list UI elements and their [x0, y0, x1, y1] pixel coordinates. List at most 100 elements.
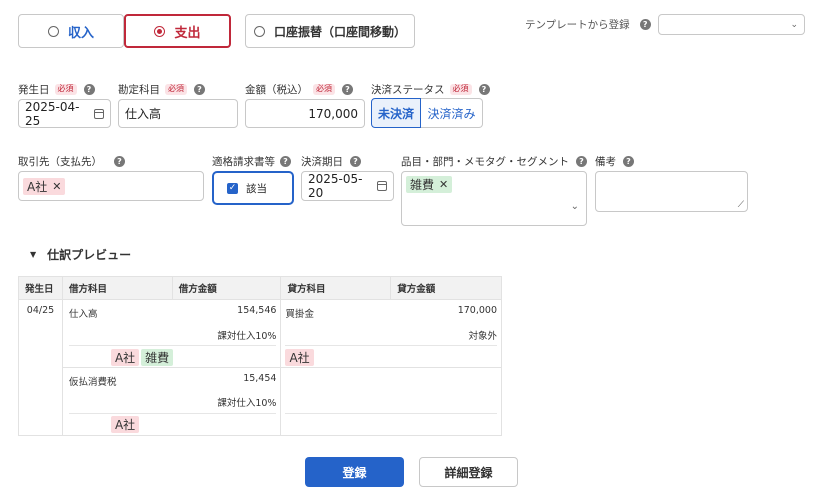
debit-cell: 仕入高 154,546 課対仕入10% A社 雑費 [61, 299, 282, 368]
required-badge: 必須 [54, 84, 77, 95]
credit-amount: 170,000 [457, 305, 497, 316]
date-label-group: 発生日 必須 ? [18, 82, 95, 97]
credit-tag-partner: A社 [285, 349, 314, 366]
help-icon[interactable]: ? [350, 156, 361, 167]
debit-tags: A社 [110, 416, 140, 433]
debit-account: 仕入高 [68, 309, 98, 320]
item-tag-label: 雑費 [410, 178, 435, 192]
caret-down-icon: ▼ [30, 250, 37, 259]
status-label: 決済ステータス [371, 84, 445, 96]
due-label: 決済期日 [301, 156, 343, 168]
help-icon[interactable]: ? [194, 84, 205, 95]
partner-label-group: 取引先（支払先） ? [18, 154, 125, 169]
calendar-icon[interactable] [94, 108, 104, 119]
account-label-group: 勘定科目 必須 ? [118, 82, 205, 97]
col-header-debit-amount: 借方金額 [171, 276, 282, 300]
date-value: 2025-04-25 [25, 99, 80, 128]
tab-expense-label: 支出 [174, 25, 201, 41]
status-unpaid-button[interactable]: 未決済 [371, 98, 421, 128]
item-label-group: 品目・部門・メモタグ・セグメント ? [401, 154, 587, 169]
required-badge: 必須 [165, 84, 187, 95]
partner-tag: A社 ✕ [23, 177, 66, 195]
debit-cell: 仮払消費税 15,454 課対仕入10% A社 [61, 367, 282, 436]
tab-income-label: 収入 [67, 25, 94, 41]
memo-label: 備考 [595, 156, 616, 168]
credit-cell [280, 367, 502, 436]
col-header-debit-account: 借方科目 [61, 276, 173, 300]
amount-input[interactable]: 170,000 [245, 99, 365, 128]
debit-amount: 15,454 [243, 373, 277, 384]
preview-title: 仕訳プレビュー [47, 248, 132, 262]
chevron-down-icon[interactable]: ⌄ [571, 201, 579, 212]
debit-tax: 課対仕入10% [217, 398, 277, 409]
col-header-date: 発生日 [18, 276, 63, 300]
invoice-checkbox-label: 該当 [246, 182, 267, 195]
due-date-input[interactable]: 2025-05-20 [301, 171, 394, 201]
invoice-checkbox-box[interactable]: ✓ 該当 [212, 171, 294, 205]
account-value: 仕入高 [125, 107, 162, 121]
help-icon[interactable]: ? [623, 156, 634, 167]
status-toggle: 未決済 決済済み [371, 98, 483, 128]
account-input[interactable]: 仕入高 [118, 99, 238, 128]
tab-expense[interactable]: 支出 [124, 14, 231, 48]
due-date-value: 2025-05-20 [308, 172, 363, 200]
template-label-group: テンプレートから登録 ? [525, 17, 651, 32]
help-icon[interactable]: ? [114, 156, 125, 167]
debit-tag-item: 雑費 [141, 349, 174, 366]
resize-handle-icon[interactable]: ⟋ [738, 200, 744, 210]
radio-income [47, 25, 59, 37]
tab-income[interactable]: 収入 [18, 14, 124, 48]
due-label-group: 決済期日 ? [301, 154, 361, 169]
required-badge: 必須 [449, 84, 472, 95]
memo-label-group: 備考 ? [595, 154, 634, 169]
debit-tags: A社 雑費 [110, 349, 174, 366]
close-icon[interactable]: ✕ [52, 180, 61, 193]
status-label-group: 決済ステータス 必須 ? [371, 82, 490, 97]
date-input[interactable]: 2025-04-25 [18, 99, 111, 128]
tab-transfer[interactable]: 口座振替（口座間移動） [245, 14, 415, 48]
debit-tax: 課対仕入10% [217, 331, 277, 342]
account-label: 勘定科目 [118, 84, 160, 96]
help-icon[interactable]: ? [280, 156, 291, 167]
close-icon[interactable]: ✕ [439, 178, 448, 191]
status-paid-button[interactable]: 決済済み [421, 98, 483, 128]
template-select[interactable]: ⌄ [658, 14, 805, 35]
item-label: 品目・部門・メモタグ・セグメント [401, 156, 569, 168]
partner-tag-label: A社 [27, 179, 48, 194]
help-icon[interactable]: ? [576, 156, 587, 167]
debit-amount: 154,546 [237, 305, 277, 316]
credit-cell: 買掛金 170,000 対象外 A社 [280, 299, 502, 368]
submit-button[interactable]: 登録 [305, 457, 404, 487]
detail-register-button[interactable]: 詳細登録 [419, 457, 518, 487]
invoice-label: 適格請求書等 [212, 156, 275, 168]
required-badge: 必須 [313, 84, 335, 95]
radio-transfer [253, 25, 265, 37]
help-icon[interactable]: ? [639, 19, 651, 30]
help-icon[interactable]: ? [83, 84, 95, 95]
date-label: 発生日 [18, 84, 50, 96]
debit-tag-partner: A社 [110, 416, 140, 433]
debit-tag-partner: A社 [110, 349, 140, 366]
chevron-down-icon: ⌄ [790, 19, 798, 30]
checkbox-icon[interactable]: ✓ [227, 182, 238, 194]
template-label: テンプレートから登録 [525, 19, 630, 31]
item-tag: 雑費 ✕ [406, 176, 453, 193]
journal-preview-table: 発生日 借方科目 借方金額 貸方科目 貸方金額 04/25 仕入高 154,54… [18, 276, 502, 436]
partner-input[interactable]: A社 ✕ [18, 171, 204, 201]
radio-expense [154, 25, 166, 37]
credit-tags: A社 [285, 349, 314, 366]
help-icon[interactable]: ? [342, 84, 353, 95]
partner-label: 取引先（支払先） [18, 156, 102, 168]
calendar-icon[interactable] [377, 181, 387, 191]
amount-value: 170,000 [308, 106, 358, 121]
invoice-label-group: 適格請求書等 ? [212, 154, 291, 169]
credit-tax: 対象外 [468, 331, 497, 342]
table-row: 仮払消費税 15,454 課対仕入10% A社 [19, 367, 502, 436]
item-input[interactable]: 雑費 ✕ ⌄ [401, 171, 587, 226]
preview-toggle[interactable]: ▼ 仕訳プレビュー [30, 246, 131, 263]
debit-account: 仮払消費税 [68, 377, 117, 388]
table-row: 04/25 仕入高 154,546 課対仕入10% A社 雑費 買掛金 170,… [18, 299, 502, 436]
memo-textarea[interactable]: ⟋ [595, 171, 748, 212]
col-header-credit-account: 貸方科目 [280, 276, 392, 300]
help-icon[interactable]: ? [478, 84, 490, 95]
